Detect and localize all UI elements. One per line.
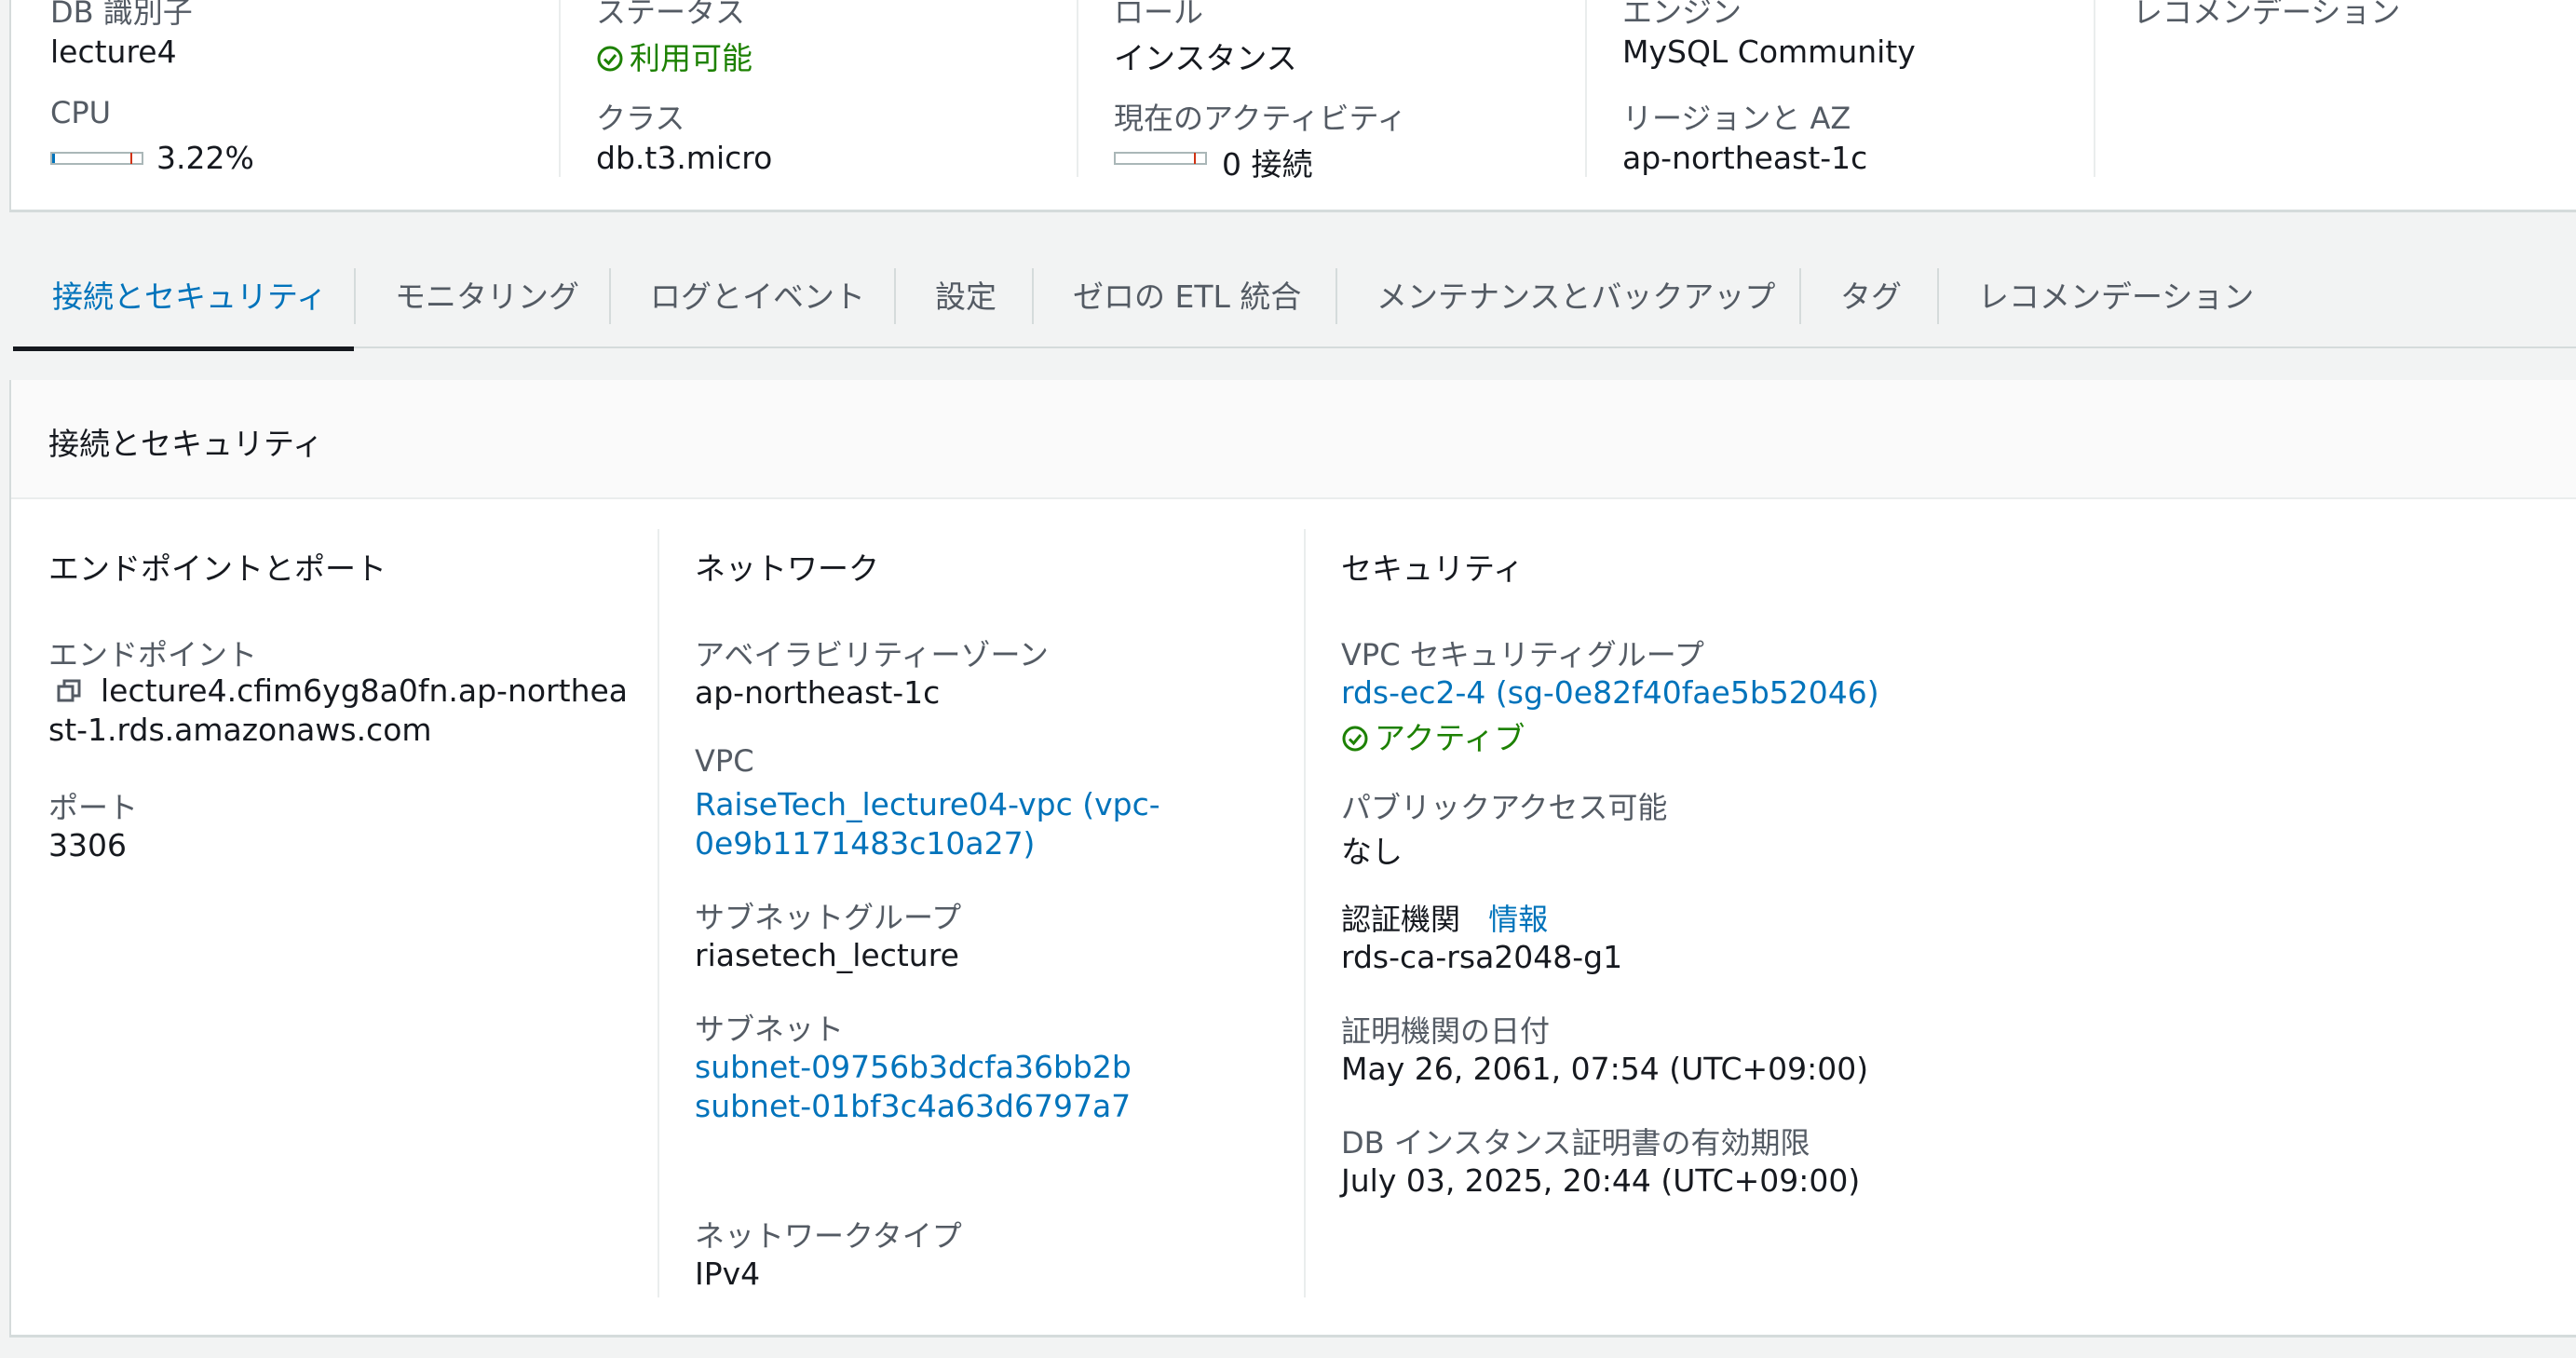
- endpoint-value-line1: lecture4.cfim6yg8a0fn.ap-northea: [101, 672, 629, 709]
- status-text: 利用可能: [630, 40, 752, 76]
- endpoint-label: エンドポイント: [48, 637, 258, 672]
- subnets-label: サブネット: [695, 1012, 845, 1047]
- vpc-label: VPC: [695, 743, 754, 779]
- role-value: インスタンス: [1114, 40, 1297, 76]
- cpu-usage-fill: [52, 154, 55, 163]
- summary-col-recommendation: レコメンデーション: [2094, 0, 2569, 177]
- ca-label-row: 認証機関 情報: [1341, 896, 1548, 939]
- activity-threshold-marker: [1194, 153, 1196, 164]
- activity-value: 0 接続: [1222, 146, 1313, 183]
- az-label: アベイラビリティーゾーン: [695, 637, 1049, 672]
- port-label: ポート: [48, 790, 139, 825]
- cpu-label: CPU: [50, 95, 112, 130]
- cpu-value: 3.22%: [156, 140, 254, 176]
- activity-bar: [1114, 152, 1207, 165]
- tab-monitoring[interactable]: モニタリング: [356, 268, 618, 348]
- column-divider: [1304, 529, 1306, 1297]
- status-value: 利用可能: [596, 34, 752, 78]
- check-circle-icon: [1342, 726, 1368, 752]
- subnet-link[interactable]: subnet-09756b3dcfa36bb2b: [695, 1049, 1132, 1085]
- summary-col-status: ステータス 利用可能 クラス db.t3.micro: [559, 0, 1078, 177]
- cert-expiry-label: DB インスタンス証明書の有効期限: [1341, 1125, 1810, 1161]
- vpc-link-line1[interactable]: RaiseTech_lecture04-vpc (vpc-: [695, 786, 1160, 822]
- security-group-link[interactable]: rds-ec2-4 (sg-0e82f40fae5b52046): [1341, 674, 1879, 711]
- ca-label: 認証機関: [1341, 902, 1461, 937]
- activity-label: 現在のアクティビティ: [1114, 101, 1407, 136]
- security-group-label: VPC セキュリティグループ: [1341, 637, 1704, 672]
- db-identifier-value: lecture4: [50, 34, 177, 70]
- recommendation-label: レコメンデーション: [2133, 0, 2401, 30]
- endpoint-section-title: エンドポイントとポート: [48, 550, 386, 587]
- region-label: リージョンと AZ: [1622, 101, 1851, 136]
- network-type-value: IPv4: [695, 1256, 761, 1292]
- tab-recommendations[interactable]: レコメンデーション: [1939, 268, 2293, 348]
- cert-expiry-value: July 03, 2025, 20:44 (UTC+09:00): [1341, 1162, 1861, 1199]
- tab-logs-events[interactable]: ログとイベント: [611, 268, 904, 348]
- cpu-threshold-marker: [130, 153, 132, 164]
- vpc-link-line2[interactable]: 0e9b1171483c10a27): [695, 825, 1035, 862]
- network-type-label: ネットワークタイプ: [695, 1218, 962, 1254]
- ca-info-link[interactable]: 情報: [1488, 902, 1548, 937]
- cpu-usage-bar: [50, 152, 143, 165]
- panel-title: 接続とセキュリティ: [48, 426, 324, 462]
- public-access-label: パブリックアクセス可能: [1341, 790, 1668, 825]
- ca-date-value: May 26, 2061, 07:54 (UTC+09:00): [1341, 1051, 1869, 1087]
- summary-col-identifier: DB 識別子 lecture4 CPU 3.22%: [11, 0, 561, 177]
- subnet-link[interactable]: subnet-01bf3c4a63d6797a7: [695, 1088, 1131, 1124]
- status-label: ステータス: [596, 0, 746, 30]
- connectivity-security-panel: 接続とセキュリティ エンドポイントとポート エンドポイント lecture4.c…: [9, 380, 2576, 1338]
- panel-header: 接続とセキュリティ: [11, 380, 2576, 499]
- db-identifier-label: DB 識別子: [50, 0, 193, 30]
- role-label: ロール: [1114, 0, 1204, 30]
- tab-maintenance-backup[interactable]: メンテナンスとバックアップ: [1337, 268, 1814, 348]
- summary-col-role: ロール インスタンス 現在のアクティビティ 0 接続: [1077, 0, 1587, 183]
- summary-col-engine: エンジン MySQL Community リージョンと AZ ap-northe…: [1585, 0, 2095, 177]
- network-section-title: ネットワーク: [695, 550, 879, 587]
- port-value: 3306: [48, 827, 127, 863]
- engine-value: MySQL Community: [1622, 34, 1916, 70]
- security-section-title: セキュリティ: [1341, 550, 1525, 587]
- engine-label: エンジン: [1622, 0, 1742, 30]
- check-circle-icon: [597, 46, 623, 72]
- az-value: ap-northeast-1c: [695, 674, 941, 711]
- summary-panel: DB 識別子 lecture4 CPU 3.22% ステータス 利用可能 クラス…: [9, 0, 2576, 212]
- detail-tabs: 接続とセキュリティ モニタリング ログとイベント 設定 ゼロの ETL 統合 メ…: [13, 268, 2576, 351]
- tab-tags[interactable]: タグ: [1801, 268, 1941, 348]
- tab-configuration[interactable]: 設定: [896, 268, 1036, 348]
- subnet-group-label: サブネットグループ: [695, 900, 962, 935]
- security-group-status-text: アクティブ: [1375, 720, 1525, 756]
- public-access-value: なし: [1341, 834, 1403, 870]
- endpoint-value-line2: st-1.rds.amazonaws.com: [48, 712, 432, 748]
- region-value: ap-northeast-1c: [1622, 140, 1868, 176]
- class-value: db.t3.micro: [596, 140, 773, 176]
- copy-icon[interactable]: [56, 678, 82, 704]
- column-divider: [658, 529, 659, 1297]
- security-group-status: アクティブ: [1341, 713, 1525, 758]
- subnet-group-value: riasetech_lecture: [695, 937, 959, 973]
- ca-value: rds-ca-rsa2048-g1: [1341, 939, 1623, 975]
- tab-connectivity-security[interactable]: 接続とセキュリティ: [13, 268, 354, 351]
- ca-date-label: 証明機関の日付: [1341, 1013, 1551, 1049]
- class-label: クラス: [596, 101, 685, 136]
- tab-zero-etl[interactable]: ゼロの ETL 統合: [1034, 268, 1340, 348]
